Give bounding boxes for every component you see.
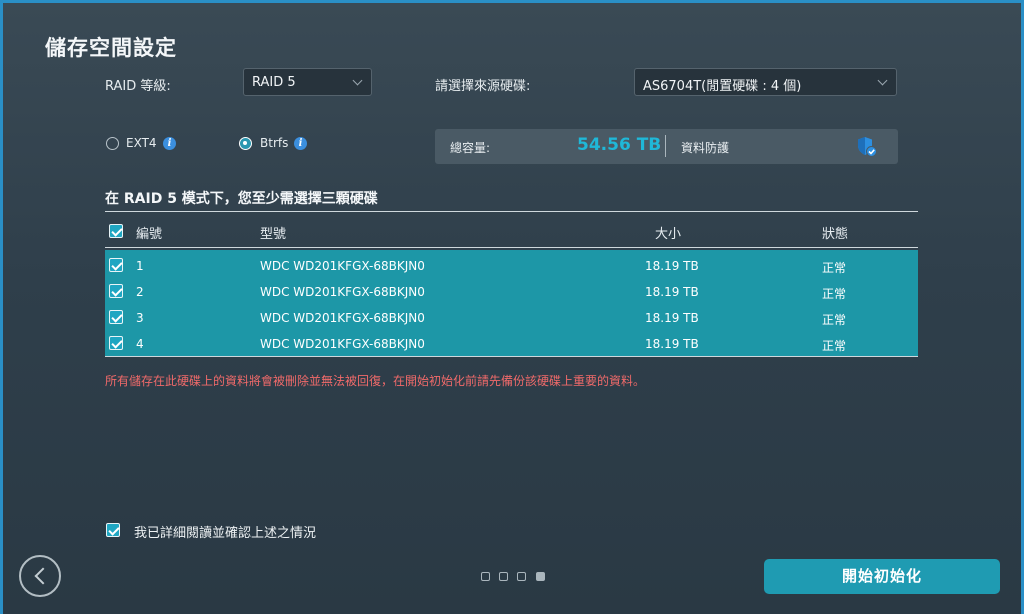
row-checkbox[interactable] xyxy=(109,258,123,272)
data-loss-warning: 所有儲存在此硬碟上的資料將會被刪除並無法被回復，在開始初始化前請先備份該硬碟上重… xyxy=(105,374,646,388)
col-number: 編號 xyxy=(136,227,163,242)
row-model: WDC WD201KFGX-68BKJN0 xyxy=(260,259,425,273)
page-dot-1 xyxy=(481,572,490,581)
page-dot-4 xyxy=(536,572,545,581)
table-row[interactable]: 1 WDC WD201KFGX-68BKJN0 18.19 TB 正常 xyxy=(105,252,918,278)
row-number: 4 xyxy=(136,337,144,351)
table-row[interactable]: 4 WDC WD201KFGX-68BKJN0 18.19 TB 正常 xyxy=(105,330,918,356)
row-size: 18.19 TB xyxy=(645,285,699,299)
raid-requirement-heading: 在 RAID 5 模式下，您至少需選擇三顆硬碟 xyxy=(105,191,378,207)
btrfs-label: Btrfs xyxy=(260,136,289,150)
start-initialize-button[interactable]: 開始初始化 xyxy=(764,559,1000,594)
row-size: 18.19 TB xyxy=(645,337,699,351)
btrfs-radio[interactable] xyxy=(239,137,252,150)
col-model: 型號 xyxy=(260,227,287,242)
row-status: 正常 xyxy=(822,339,847,353)
raid-level-value: RAID 5 xyxy=(252,75,296,90)
row-number: 1 xyxy=(136,259,144,273)
row-size: 18.19 TB xyxy=(645,311,699,325)
capacity-label: 總容量: xyxy=(450,141,491,155)
row-number: 2 xyxy=(136,285,144,299)
confirm-checkbox[interactable] xyxy=(106,523,120,537)
raid-level-select[interactable]: RAID 5 xyxy=(243,68,372,96)
disk-table-header: 編號 型號 大小 狀態 xyxy=(105,216,918,246)
row-status: 正常 xyxy=(822,287,847,301)
row-size: 18.19 TB xyxy=(645,259,699,273)
chevron-down-icon xyxy=(352,75,363,86)
raid-level-label: RAID 等級: xyxy=(105,79,171,94)
row-checkbox[interactable] xyxy=(109,310,123,324)
divider xyxy=(105,247,918,248)
col-size: 大小 xyxy=(655,227,682,242)
row-checkbox[interactable] xyxy=(109,284,123,298)
table-row[interactable]: 3 WDC WD201KFGX-68BKJN0 18.19 TB 正常 xyxy=(105,304,918,330)
data-protection-label: 資料防護 xyxy=(681,141,730,155)
row-status: 正常 xyxy=(822,313,847,327)
row-checkbox[interactable] xyxy=(109,336,123,350)
table-row[interactable]: 2 WDC WD201KFGX-68BKJN0 18.19 TB 正常 xyxy=(105,278,918,304)
source-disk-select[interactable]: AS6704T(閒置硬碟 : 4 個) xyxy=(634,68,897,96)
row-model: WDC WD201KFGX-68BKJN0 xyxy=(260,311,425,325)
source-disk-label: 請選擇來源硬碟: xyxy=(435,79,531,94)
capacity-divider xyxy=(665,135,666,157)
row-status: 正常 xyxy=(822,261,847,275)
btrfs-info-icon[interactable]: i xyxy=(294,137,307,150)
col-status: 狀態 xyxy=(822,227,849,242)
select-all-checkbox[interactable] xyxy=(109,224,123,238)
capacity-summary: 總容量: 54.56 TB 資料防護 xyxy=(435,129,898,164)
confirm-label: 我已詳細閱讀並確認上述之情況 xyxy=(134,526,317,541)
ext4-label: EXT4 xyxy=(126,136,157,150)
row-model: WDC WD201KFGX-68BKJN0 xyxy=(260,285,425,299)
capacity-value: 54.56 TB xyxy=(577,135,662,155)
ext4-radio[interactable] xyxy=(106,137,119,150)
divider xyxy=(105,211,918,212)
shield-check-icon xyxy=(856,136,878,162)
chevron-down-icon xyxy=(877,75,888,86)
back-button[interactable] xyxy=(19,555,61,597)
page-title: 儲存空間設定 xyxy=(45,36,177,60)
page-dot-2 xyxy=(499,572,508,581)
source-disk-value: AS6704T(閒置硬碟 : 4 個) xyxy=(643,79,802,94)
row-number: 3 xyxy=(136,311,144,325)
disk-table-body: 1 WDC WD201KFGX-68BKJN0 18.19 TB 正常 2 WD… xyxy=(105,250,918,357)
page-dot-3 xyxy=(517,572,526,581)
row-model: WDC WD201KFGX-68BKJN0 xyxy=(260,337,425,351)
ext4-info-icon[interactable]: i xyxy=(163,137,176,150)
